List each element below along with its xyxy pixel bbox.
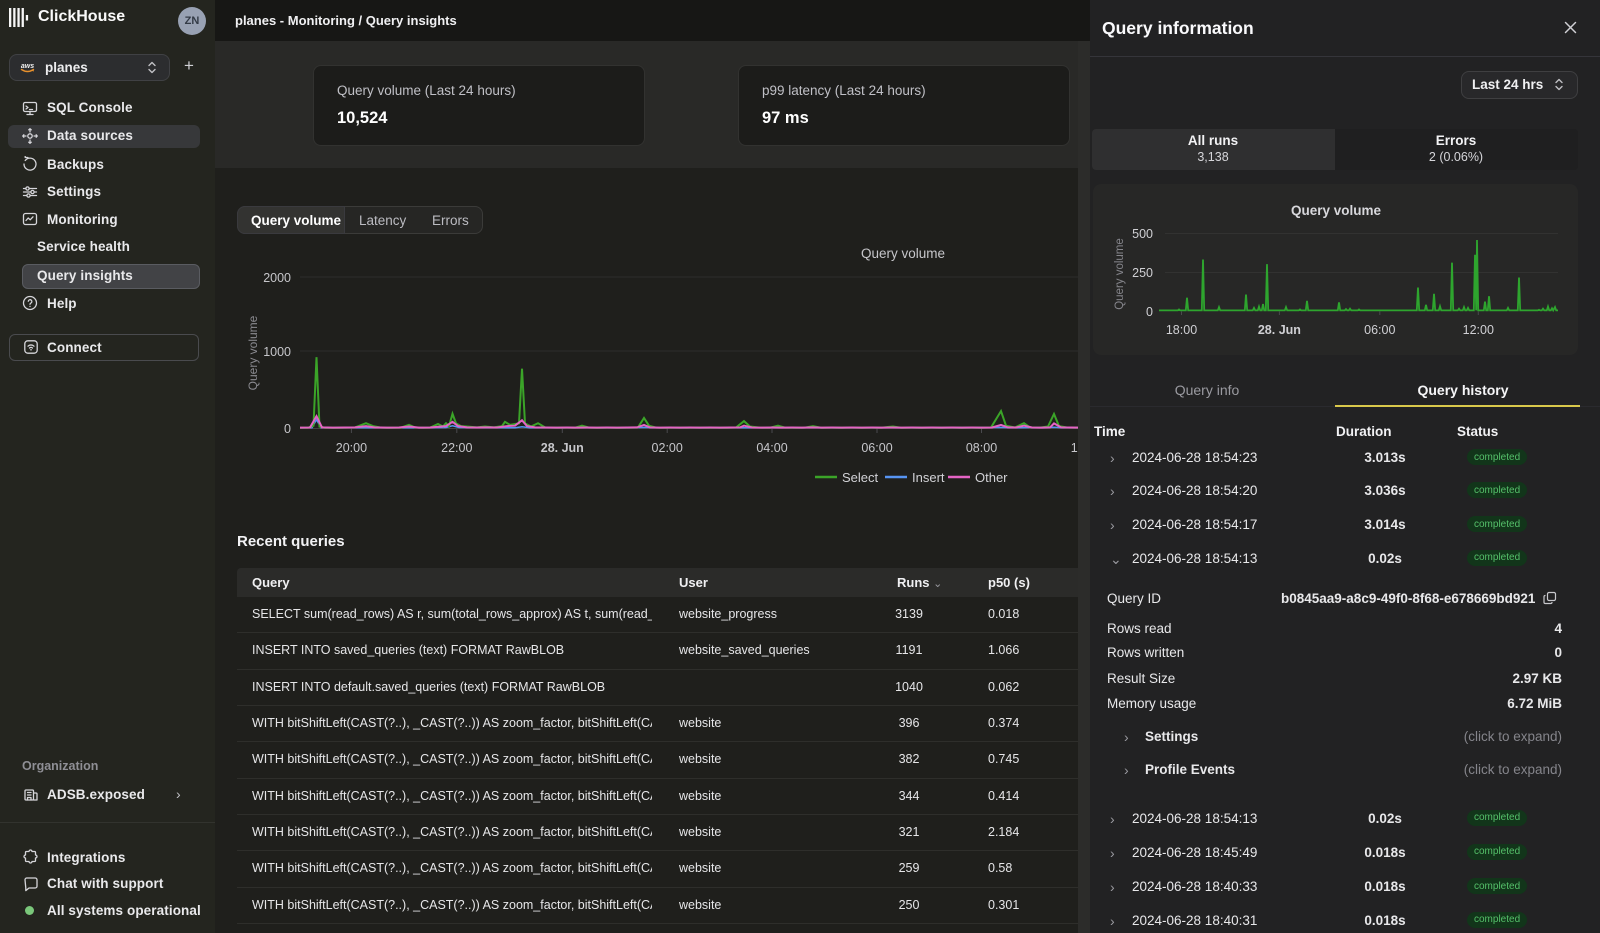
svg-text:Query volume: Query volume bbox=[861, 246, 945, 261]
svg-text:500: 500 bbox=[1132, 227, 1153, 241]
svg-text:02:00: 02:00 bbox=[652, 441, 683, 455]
svg-text:28. Jun: 28. Jun bbox=[1258, 323, 1301, 337]
svg-text:Insert: Insert bbox=[912, 470, 945, 485]
svg-text:22:00: 22:00 bbox=[441, 441, 472, 455]
svg-text:0: 0 bbox=[284, 422, 291, 436]
svg-text:18:00: 18:00 bbox=[1166, 323, 1197, 337]
svg-text:Select: Select bbox=[842, 470, 879, 485]
svg-text:04:00: 04:00 bbox=[756, 441, 787, 455]
svg-text:28. Jun: 28. Jun bbox=[541, 441, 584, 455]
svg-text:Query volume: Query volume bbox=[1291, 203, 1382, 218]
svg-text:Query volume: Query volume bbox=[1114, 238, 1126, 310]
svg-text:0: 0 bbox=[1146, 305, 1153, 319]
svg-text:08:00: 08:00 bbox=[966, 441, 997, 455]
svg-text:1000: 1000 bbox=[263, 345, 291, 359]
svg-text:06:00: 06:00 bbox=[861, 441, 892, 455]
svg-text:250: 250 bbox=[1132, 266, 1153, 280]
svg-text:aws: aws bbox=[21, 63, 34, 70]
svg-text:12:00: 12:00 bbox=[1463, 323, 1494, 337]
svg-text:2000: 2000 bbox=[263, 271, 291, 285]
svg-text:Query volume: Query volume bbox=[246, 315, 260, 390]
svg-text:20:00: 20:00 bbox=[336, 441, 367, 455]
svg-text:06:00: 06:00 bbox=[1364, 323, 1395, 337]
svg-text:Other: Other bbox=[975, 470, 1008, 485]
